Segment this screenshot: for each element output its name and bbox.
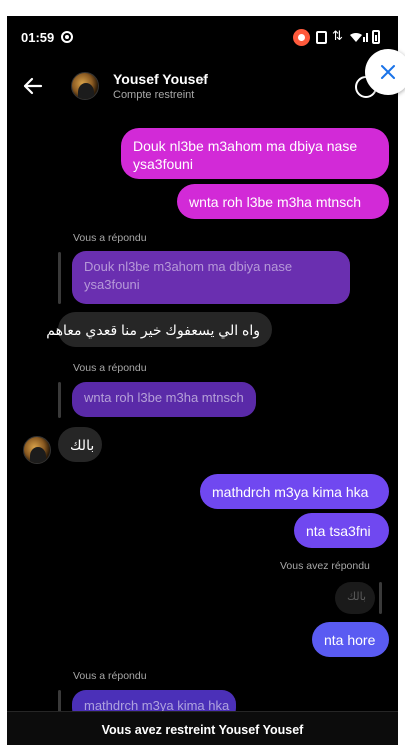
incoming-message-bubble[interactable]: واه الي يسعفوك خير منا قعدي معاهم bbox=[46, 312, 272, 347]
quoted-message[interactable]: بالك bbox=[335, 582, 375, 614]
quote-text-line: ysa3founi bbox=[84, 277, 140, 292]
chat-header: Yousef Yousef › Compte restreint bbox=[7, 60, 398, 116]
signal-icon bbox=[350, 33, 368, 42]
battery-icon bbox=[372, 30, 380, 44]
incoming-message-bubble[interactable]: بالك bbox=[58, 427, 102, 462]
chevron-right-icon[interactable]: › bbox=[200, 71, 204, 86]
back-arrow-icon[interactable] bbox=[19, 72, 47, 100]
quote-text: wnta roh l3be m3ha mtnsch bbox=[84, 390, 244, 405]
reply-quote-bar bbox=[58, 382, 61, 418]
sender-avatar[interactable] bbox=[23, 436, 51, 464]
reply-quote-bar bbox=[379, 582, 382, 614]
outgoing-message-bubble[interactable]: wnta roh l3be m3ha mtnsch bbox=[177, 184, 389, 219]
chat-screen: 01:59 ⇅ Yousef Yousef › Compte restreint… bbox=[7, 16, 398, 745]
screen-record-icon bbox=[61, 31, 73, 43]
vibrate-icon bbox=[316, 31, 327, 44]
restricted-text: Vous avez restreint Yousef Yousef bbox=[101, 723, 304, 737]
message-text-line: Douk nl3be m3ahom ma dbiya nase bbox=[133, 138, 358, 154]
message-text: wnta roh l3be m3ha mtnsch bbox=[189, 194, 361, 210]
message-text: بالك bbox=[70, 437, 95, 453]
status-bar: 01:59 ⇅ bbox=[7, 16, 398, 60]
contact-status: Compte restreint bbox=[113, 89, 195, 101]
close-button[interactable] bbox=[365, 49, 405, 95]
outgoing-message-bubble[interactable]: nta hore bbox=[312, 622, 389, 657]
reply-label: Vous a répondu bbox=[73, 670, 147, 682]
message-text: nta tsa3fni bbox=[306, 523, 371, 539]
reply-quote-bar bbox=[58, 252, 61, 304]
restricted-banner: Vous avez restreint Yousef Yousef bbox=[7, 711, 398, 745]
quoted-message[interactable]: wnta roh l3be m3ha mtnsch bbox=[72, 382, 256, 417]
message-text: واه الي يسعفوك خير منا قعدي معاهم bbox=[46, 322, 260, 338]
quoted-message[interactable]: Douk nl3be m3ahom ma dbiya nase ysa3foun… bbox=[72, 251, 350, 304]
contact-avatar[interactable] bbox=[71, 72, 99, 100]
message-text-line: ysa3founi bbox=[133, 156, 193, 172]
quote-text: بالك bbox=[347, 591, 367, 603]
reply-label: Vous a répondu bbox=[73, 232, 147, 244]
message-text: nta hore bbox=[324, 632, 376, 648]
outgoing-message-bubble[interactable]: Douk nl3be m3ahom ma dbiya nase ysa3foun… bbox=[121, 128, 389, 179]
contact-name[interactable]: Yousef Yousef bbox=[113, 71, 208, 87]
outgoing-message-bubble[interactable]: nta tsa3fni bbox=[294, 513, 389, 548]
close-icon bbox=[381, 65, 395, 79]
outgoing-message-bubble[interactable]: mathdrch m3ya kima hka bbox=[200, 474, 389, 509]
quote-text-line: Douk nl3be m3ahom ma dbiya nase bbox=[84, 259, 293, 274]
wifi-icon: ⇅ bbox=[332, 28, 343, 43]
status-time: 01:59 bbox=[21, 30, 55, 45]
reply-label: Vous a répondu bbox=[73, 362, 147, 374]
reply-quote-bar bbox=[58, 690, 61, 712]
reply-label: Vous avez répondu bbox=[280, 560, 370, 572]
message-text: mathdrch m3ya kima hka bbox=[212, 484, 369, 500]
record-indicator-icon bbox=[293, 29, 310, 46]
